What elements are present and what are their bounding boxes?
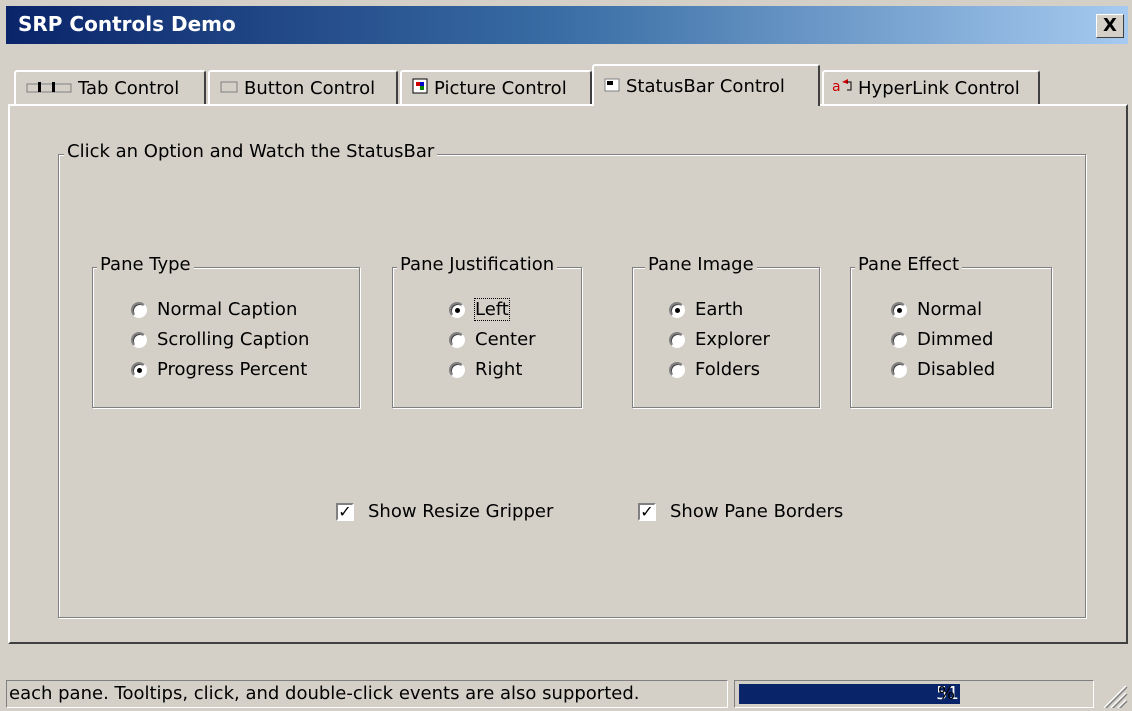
radio-label: Folders [695,359,761,380]
radio-label: Center [475,329,536,350]
radio-label: Progress Percent [157,359,308,380]
radio-button-icon [131,301,147,318]
pane-effect-legend: Pane Effect [855,254,963,275]
radio-button-icon [449,301,465,318]
radio-button-icon [131,331,147,348]
tab-label: StatusBar Control [626,75,785,97]
status-progress-pane[interactable]: 51 % [734,680,1094,708]
status-bar: each pane. Tooltips, click, and double-c… [0,678,1132,711]
radio-button-icon [669,301,685,318]
tab-panel: Click an Option and Watch the StatusBar … [8,104,1128,644]
svg-text:a: a [832,79,841,94]
progress-percent-sign: % [938,683,956,704]
show-resize-gripper-checkbox[interactable]: ✓ Show Resize Gripper [336,501,553,522]
hyperlink-control-icon: a [832,78,856,99]
radio-explorer[interactable]: Explorer [669,329,770,350]
tab-label: Picture Control [434,77,567,99]
title-bar-background: SRP Controls Demo [6,6,1128,44]
radio-label: Normal Caption [157,299,298,320]
radio-left[interactable]: Left [449,298,510,321]
title-bar: SRP Controls Demo X [0,0,1132,50]
radio-right[interactable]: Right [449,359,522,380]
radio-normal[interactable]: Normal [891,299,982,320]
radio-disabled[interactable]: Disabled [891,359,995,380]
radio-button-icon [131,361,147,378]
tab-tab-control[interactable]: Tab Control [14,70,206,104]
tab-statusbar-control[interactable]: StatusBar Control [592,64,820,106]
tab-label: Tab Control [78,77,180,99]
radio-normal-caption[interactable]: Normal Caption [131,299,297,320]
tab-label: Button Control [244,77,376,99]
pane-type-legend: Pane Type [97,254,194,275]
statusbar-control-icon [604,76,620,97]
tab-button-control[interactable]: Button Control [208,70,398,104]
radio-button-icon [891,301,907,318]
checkbox-label: Show Resize Gripper [368,501,554,522]
checkbox-label: Show Pane Borders [670,501,844,522]
pane-justification-legend: Pane Justification [397,254,558,275]
radio-label: Disabled [917,359,996,380]
tab-picture-control[interactable]: Picture Control [400,70,592,104]
radio-folders[interactable]: Folders [669,359,760,380]
checkmark-icon: ✓ [638,502,656,521]
pane-image-legend: Pane Image [645,254,757,275]
radio-label: Right [475,359,523,380]
checkmark-icon: ✓ [336,502,354,521]
pane-effect-group: Pane Effect Normal Dimmed Disabled [850,254,1052,408]
radio-button-icon [449,331,465,348]
main-groupbox-legend: Click an Option and Watch the StatusBar [64,141,438,162]
main-groupbox: Click an Option and Watch the StatusBar … [58,141,1086,618]
radio-button-icon [891,331,907,348]
radio-center[interactable]: Center [449,329,536,350]
radio-button-icon [449,361,465,378]
resize-gripper-icon[interactable] [1100,682,1128,708]
radio-button-icon [669,361,685,378]
radio-progress-percent[interactable]: Progress Percent [131,359,307,380]
radio-dimmed[interactable]: Dimmed [891,329,993,350]
pane-justification-group: Pane Justification Left Center Right [392,254,582,408]
tab-hyperlink-control[interactable]: a HyperLink Control [822,70,1040,104]
close-button[interactable]: X [1096,14,1124,38]
radio-button-icon [669,331,685,348]
radio-label: Left [474,298,510,321]
window-title: SRP Controls Demo [18,12,236,36]
radio-label: Scrolling Caption [157,329,310,350]
progress-value: 51 [936,683,959,704]
radio-scrolling-caption[interactable]: Scrolling Caption [131,329,309,350]
radio-label: Explorer [695,329,770,350]
radio-label: Dimmed [917,329,994,350]
radio-label: Normal [917,299,983,320]
tab-control-icon [26,78,72,99]
radio-button-icon [891,361,907,378]
status-caption-pane[interactable]: each pane. Tooltips, click, and double-c… [6,680,728,708]
show-pane-borders-checkbox[interactable]: ✓ Show Pane Borders [638,501,843,522]
button-control-icon [220,78,238,99]
radio-label: Earth [695,299,744,320]
pane-type-group: Pane Type Normal Caption Scrolling Capti… [92,254,360,408]
picture-control-icon [412,78,428,99]
radio-earth[interactable]: Earth [669,299,743,320]
tab-label: HyperLink Control [858,77,1020,99]
pane-image-group: Pane Image Earth Explorer Folders [632,254,820,408]
